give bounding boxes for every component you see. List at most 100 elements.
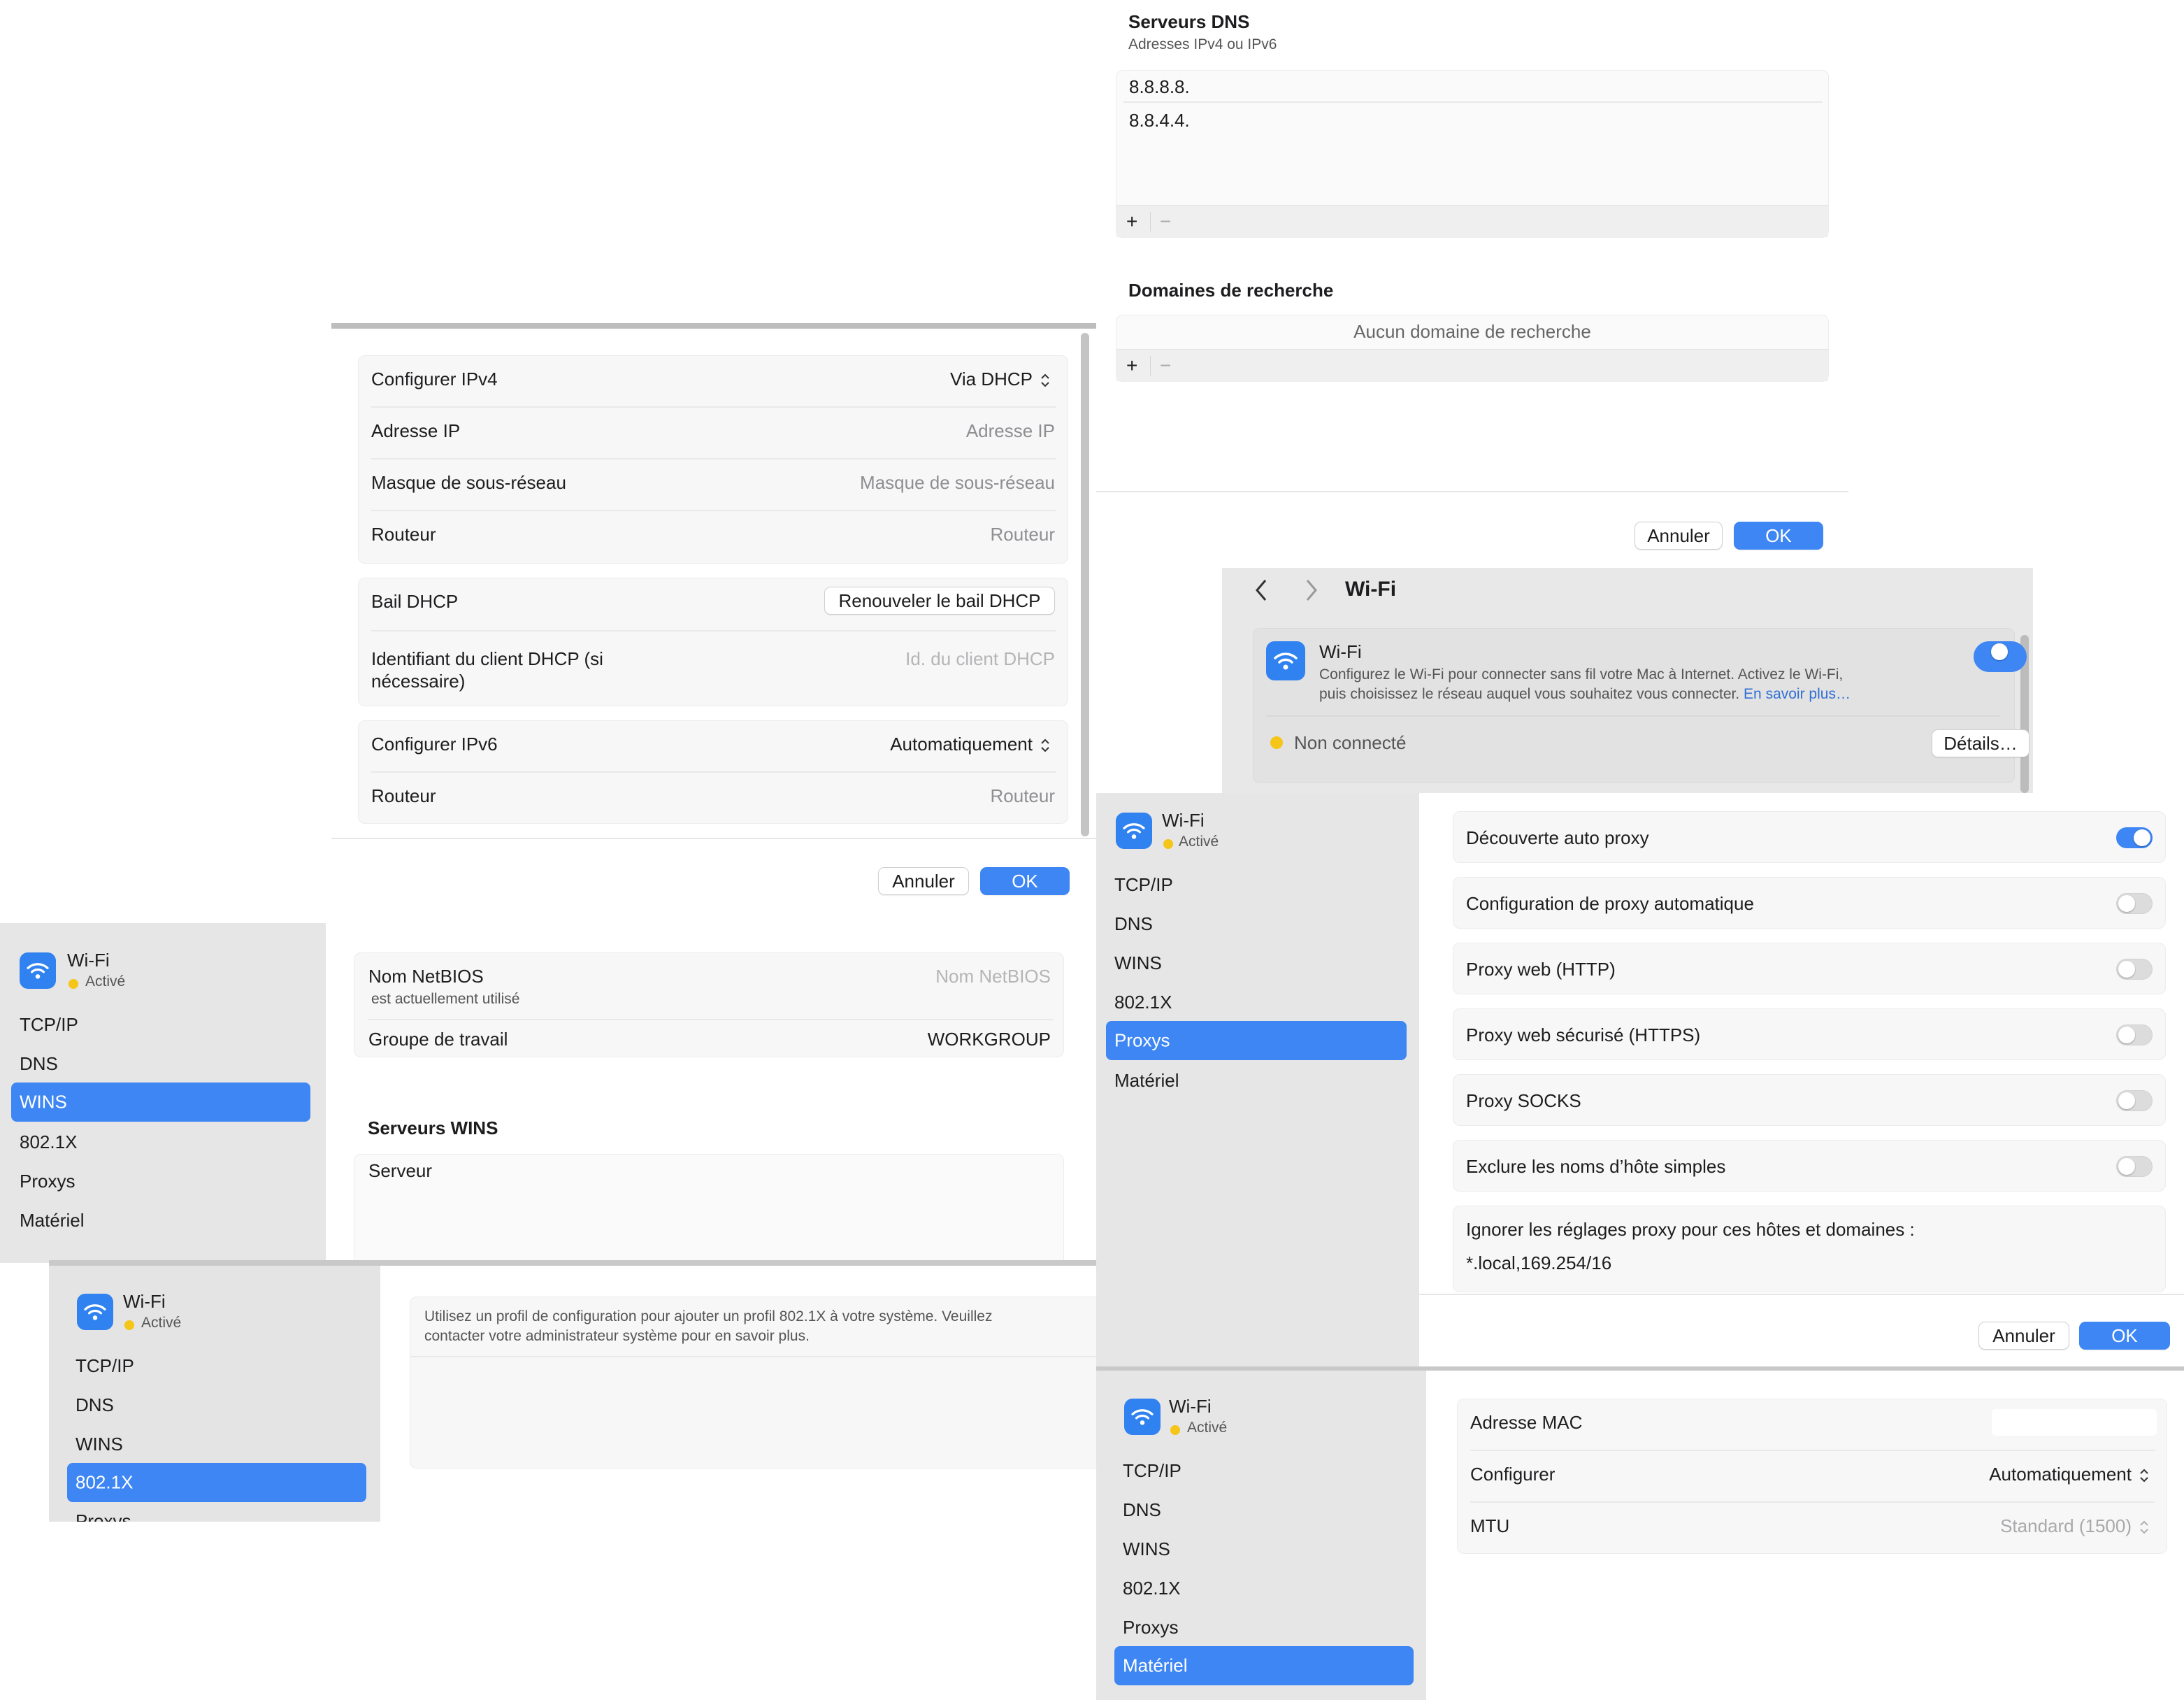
search-remove-button[interactable]: −	[1160, 355, 1171, 377]
ipv6-label: Configurer IPv6	[371, 734, 498, 755]
wifi-card-desc-2-text: puis choisissez le réseau auquel vous so…	[1319, 686, 1740, 702]
sidebar-item-8021x[interactable]: 802.1X	[1123, 1578, 1180, 1599]
sidebar-wifi-icon	[20, 952, 56, 989]
proxies-cancel-button[interactable]: Annuler	[1978, 1322, 2069, 1350]
sidebar-item-hardware[interactable]: Matériel	[20, 1210, 84, 1231]
status-dot	[1270, 736, 1283, 749]
dns-remove-button[interactable]: −	[1160, 210, 1171, 233]
ip-address-label: Adresse IP	[371, 420, 461, 441]
workgroup-field[interactable]: WORKGROUP	[928, 1029, 1051, 1050]
wifi-card: Wi-Fi Configurez le Wi-Fi pour connecter…	[1253, 628, 2029, 783]
netbios-field[interactable]: Nom NetBIOS	[935, 966, 1051, 987]
netbios-note: est actuellement utilisé	[371, 991, 520, 1007]
updown-icon	[1041, 373, 1049, 387]
back-icon[interactable]	[1254, 578, 1268, 603]
https-proxy-toggle[interactable]	[2116, 1024, 2153, 1045]
auto-discovery-toggle[interactable]	[2116, 827, 2153, 848]
renew-dhcp-button[interactable]: Renouveler le bail DHCP	[824, 587, 1055, 615]
dns-server-list[interactable]: 8.8.8.8. 8.8.4.4. + −	[1116, 70, 1829, 238]
wins-servers-title: Serveurs WINS	[368, 1117, 498, 1138]
dns-cancel-button[interactable]: Annuler	[1635, 522, 1723, 550]
sidebar-item-hardware[interactable]: Matériel	[1114, 1070, 1179, 1092]
ipv4-label: Configurer IPv4	[371, 369, 498, 390]
proxy-row-label: Configuration de proxy automatique	[1466, 893, 1754, 914]
subnet-mask-field[interactable]: Masque de sous-réseau	[860, 472, 1055, 494]
dns-ok-button[interactable]: OK	[1734, 522, 1823, 550]
dhcp-client-field[interactable]: Id. du client DHCP	[905, 648, 1055, 670]
sidebar-item-proxies[interactable]: Proxys	[1123, 1617, 1178, 1638]
mac-address-field[interactable]	[1992, 1409, 2157, 1436]
sidebar-item-dns[interactable]: DNS	[20, 1053, 58, 1075]
sidebar-item-wins[interactable]: WINS	[76, 1434, 123, 1455]
sidebar-item-8021x[interactable]: 802.1X	[67, 1463, 366, 1502]
wifi-toggle[interactable]	[1974, 641, 2027, 672]
dot1x-panel: Wi-Fi Activé TCP/IP DNS WINS 802.1X Prox…	[49, 1260, 1096, 1522]
status-dot	[124, 1320, 134, 1330]
dot1x-info-box: Utilisez un profil de configuration pour…	[410, 1297, 1096, 1469]
tcpip-scrollbar[interactable]	[1081, 333, 1089, 836]
sidebar-network-state: Activé	[1179, 834, 1219, 850]
ip-address-field[interactable]: Adresse IP	[966, 420, 1055, 442]
ipv6-select-value: Automatiquement	[890, 734, 1033, 755]
sidebar-network-name: Wi-Fi	[123, 1291, 166, 1312]
sidebar-item-tcpip[interactable]: TCP/IP	[1123, 1460, 1181, 1482]
hardware-configure-select[interactable]: Automatiquement	[1989, 1464, 2150, 1485]
workgroup-label: Groupe de travail	[368, 1029, 508, 1050]
wifi-card-desc-1: Configurez le Wi-Fi pour connecter sans …	[1319, 666, 1844, 683]
dns-add-button[interactable]: +	[1126, 210, 1137, 233]
sidebar-item-8021x[interactable]: 802.1X	[1114, 992, 1172, 1013]
ipv4-select[interactable]: Via DHCP	[950, 369, 1051, 390]
dhcp-lease-label: Bail DHCP	[371, 591, 459, 612]
sidebar-item-hardware[interactable]: Matériel	[1114, 1646, 1414, 1685]
search-domains-list[interactable]: Aucun domaine de recherche + −	[1116, 315, 1829, 382]
router6-field[interactable]: Routeur	[991, 785, 1056, 807]
proxies-ok-button[interactable]: OK	[2079, 1322, 2170, 1350]
dns-server-2[interactable]: 8.8.4.4.	[1129, 110, 1190, 131]
ipv6-select[interactable]: Automatiquement	[890, 734, 1051, 755]
wins-servers-table[interactable]: Serveur	[354, 1154, 1064, 1263]
sidebar-item-label: Proxys	[1114, 1029, 1170, 1051]
sidebar-item-dns[interactable]: DNS	[1114, 913, 1153, 935]
subnet-mask-label: Masque de sous-réseau	[371, 472, 566, 493]
proxy-row-label: Exclure les noms d’hôte simples	[1466, 1156, 1726, 1177]
search-add-button[interactable]: +	[1126, 355, 1137, 377]
sidebar-item-tcpip[interactable]: TCP/IP	[20, 1014, 78, 1036]
router-field[interactable]: Routeur	[991, 524, 1056, 545]
http-proxy-toggle[interactable]	[2116, 959, 2153, 980]
sidebar-item-proxies[interactable]: Proxys	[20, 1171, 75, 1192]
sidebar-wifi-icon	[1124, 1399, 1161, 1435]
sidebar-item-wins[interactable]: WINS	[11, 1083, 310, 1122]
ipv6-group: Configurer IPv6 Automatiquement Routeur …	[358, 720, 1068, 824]
netbios-group: Nom NetBIOS est actuellement utilisé Nom…	[354, 952, 1064, 1057]
sidebar-item-tcpip[interactable]: TCP/IP	[76, 1355, 134, 1377]
search-domains-title: Domaines de recherche	[1128, 280, 1334, 301]
sidebar-item-8021x[interactable]: 802.1X	[20, 1131, 77, 1153]
sidebar-item-wins[interactable]: WINS	[1123, 1538, 1170, 1560]
sidebar-item-tcpip[interactable]: TCP/IP	[1114, 874, 1173, 896]
dot1x-info-line1: Utilisez un profil de configuration pour…	[424, 1308, 993, 1324]
wifi-card-title: Wi-Fi	[1319, 641, 1362, 662]
proxy-row-https: Proxy web sécurisé (HTTPS)	[1453, 1008, 2166, 1060]
sidebar-network-name: Wi-Fi	[1169, 1396, 1212, 1417]
forward-icon[interactable]	[1305, 578, 1319, 603]
sidebar-wifi-icon	[77, 1294, 113, 1330]
exclude-simple-toggle[interactable]	[2116, 1156, 2153, 1177]
auto-config-toggle[interactable]	[2116, 893, 2153, 914]
ipv4-group: Configurer IPv4 Via DHCP Adresse IP Adre…	[358, 355, 1068, 564]
sidebar-item-dns[interactable]: DNS	[1123, 1499, 1161, 1521]
sidebar-item-dns[interactable]: DNS	[76, 1394, 114, 1416]
learn-more-link[interactable]: En savoir plus…	[1744, 686, 1851, 702]
socks-proxy-toggle[interactable]	[2116, 1090, 2153, 1111]
sidebar-item-proxies[interactable]: Proxys	[76, 1510, 131, 1522]
proxy-bypass-field[interactable]: *.local,169.254/16	[1466, 1252, 1611, 1274]
details-button[interactable]: Détails…	[1932, 729, 2029, 757]
router-label: Routeur	[371, 524, 436, 545]
sidebar-item-label: Matériel	[1123, 1655, 1188, 1676]
tcpip-ok-button[interactable]: OK	[980, 867, 1070, 895]
tcpip-cancel-button[interactable]: Annuler	[878, 867, 969, 895]
sidebar-item-wins[interactable]: WINS	[1114, 952, 1162, 974]
dns-server-1[interactable]: 8.8.8.8.	[1129, 76, 1190, 98]
sidebar-item-proxies[interactable]: Proxys	[1106, 1021, 1407, 1060]
wifi-settings-panel: Wi-Fi Wi-Fi Configurez le Wi-Fi pour con…	[1222, 568, 2033, 793]
search-domains-empty: Aucun domaine de recherche	[1353, 321, 1591, 342]
